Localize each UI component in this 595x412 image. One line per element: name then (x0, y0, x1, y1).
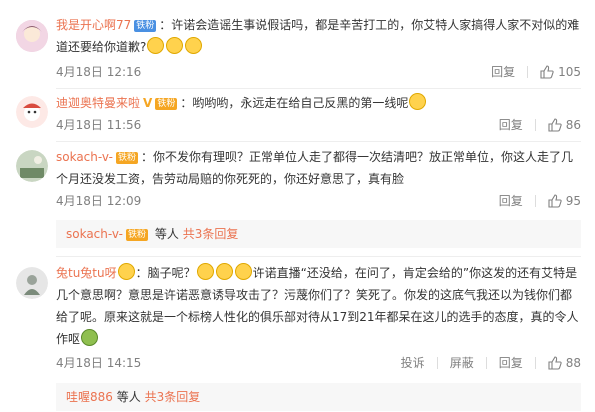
emoji-icon (185, 37, 203, 54)
like-button[interactable]: 105 (540, 63, 581, 81)
avatar[interactable] (16, 96, 48, 128)
thumbs-up-icon (548, 194, 562, 208)
avatar[interactable] (16, 150, 48, 182)
verified-icon: V (143, 96, 153, 110)
comment-date: 4月18日 12:09 (56, 194, 142, 208)
reply-button[interactable]: 回复 (491, 63, 515, 81)
block-button[interactable]: 屏蔽 (450, 354, 474, 372)
emoji-icon (81, 329, 99, 346)
divider (534, 119, 536, 131)
comment-text: 兔tu兔tu呀 ：脑子呢？ 许诺直播“还没给，在问了，肯定会给的”你这发的还有艾特是… (56, 262, 581, 350)
thumbs-up-icon (548, 356, 562, 370)
comment-meta: 4月18日 11:56 回复 86 (56, 116, 581, 134)
divider (56, 88, 581, 89)
username-link[interactable]: 兔tu兔tu呀 (56, 266, 117, 280)
fan-badge: 铁粉 (126, 229, 149, 241)
username-link[interactable]: 迪迦奥特曼来啦 (56, 96, 140, 110)
divider (485, 357, 487, 369)
sub-reply-suffix: 等人 (116, 390, 141, 404)
more-replies-link[interactable]: 共3条回复 (183, 227, 239, 241)
report-button[interactable]: 投诉 (401, 354, 425, 372)
emoji-icon (409, 93, 427, 110)
like-button[interactable]: 95 (548, 192, 581, 210)
like-count: 105 (558, 65, 581, 79)
like-count: 95 (565, 194, 581, 208)
comment-text: sokach-v- 铁粉 ：你不发你有理呗？正常单位人走了都得一次结清吧？放正常单位… (56, 146, 581, 190)
reply-button[interactable]: 回复 (499, 192, 523, 210)
divider (534, 357, 536, 369)
comment-text: 我是开心啊77 铁粉 ：许诺会造谣生事说假话吗，都是辛苦打工的，你艾特人家搞得人家不… (56, 14, 581, 58)
more-replies-link[interactable]: 共3条回复 (145, 390, 201, 404)
username-link[interactable]: 哇喔886 (66, 390, 113, 404)
comment-content: 许诺直播“还没给，在问了，肯定会给的”你这发的还有艾特是几个意思啊？意思是许诺恶… (56, 266, 579, 346)
comment-date: 4月18日 12:16 (56, 65, 142, 79)
sub-reply-suffix: 等人 (154, 227, 179, 241)
sub-reply-summary[interactable]: 哇喔886 等人 共3条回复 (56, 383, 581, 411)
username-link[interactable]: sokach-v- (56, 150, 113, 164)
divider (534, 195, 536, 207)
like-count: 86 (565, 118, 581, 132)
comment-content: ：哟哟哟，永远走在给自己反黑的第一线呢 (180, 96, 409, 110)
fan-badge: 铁粉 (134, 20, 157, 32)
username-link[interactable]: sokach-v- (66, 227, 123, 241)
emoji-icon (166, 37, 184, 54)
divider (436, 357, 438, 369)
divider (56, 141, 581, 142)
comment-meta: 4月18日 12:16 回复 105 (56, 63, 581, 81)
thumbs-up-icon (548, 118, 562, 132)
like-count: 88 (565, 356, 581, 370)
comment-date: 4月18日 14:15 (56, 356, 142, 370)
comment-meta: 4月18日 14:15 投诉 屏蔽 回复 88 (56, 354, 581, 372)
avatar[interactable] (16, 20, 48, 52)
emoji-icon (196, 263, 214, 280)
username-link[interactable]: 我是开心啊77 (56, 18, 131, 32)
sub-reply-summary[interactable]: sokach-v- 铁粉 等人 共3条回复 (56, 220, 581, 248)
reply-button[interactable]: 回复 (499, 116, 523, 134)
comment-content: ：脑子呢？ (135, 266, 196, 280)
emoji-icon (147, 37, 165, 54)
comment-meta: 4月18日 12:09 回复 95 (56, 192, 581, 210)
fan-badge: 铁粉 (116, 152, 139, 164)
emoji-icon (215, 263, 233, 280)
like-button[interactable]: 86 (548, 116, 581, 134)
emoji-icon (234, 263, 252, 280)
divider (56, 256, 581, 257)
divider (527, 66, 529, 78)
emoji-icon (117, 263, 135, 280)
reply-button[interactable]: 回复 (499, 354, 523, 372)
comment-date: 4月18日 11:56 (56, 118, 142, 132)
avatar[interactable] (16, 267, 48, 299)
comment-text: 迪迦奥特曼来啦 V 铁粉 ：哟哟哟，永远走在给自己反黑的第一线呢 (56, 92, 581, 114)
fan-badge: 铁粉 (155, 98, 178, 110)
thumbs-up-icon (540, 65, 554, 79)
like-button[interactable]: 88 (548, 354, 581, 372)
